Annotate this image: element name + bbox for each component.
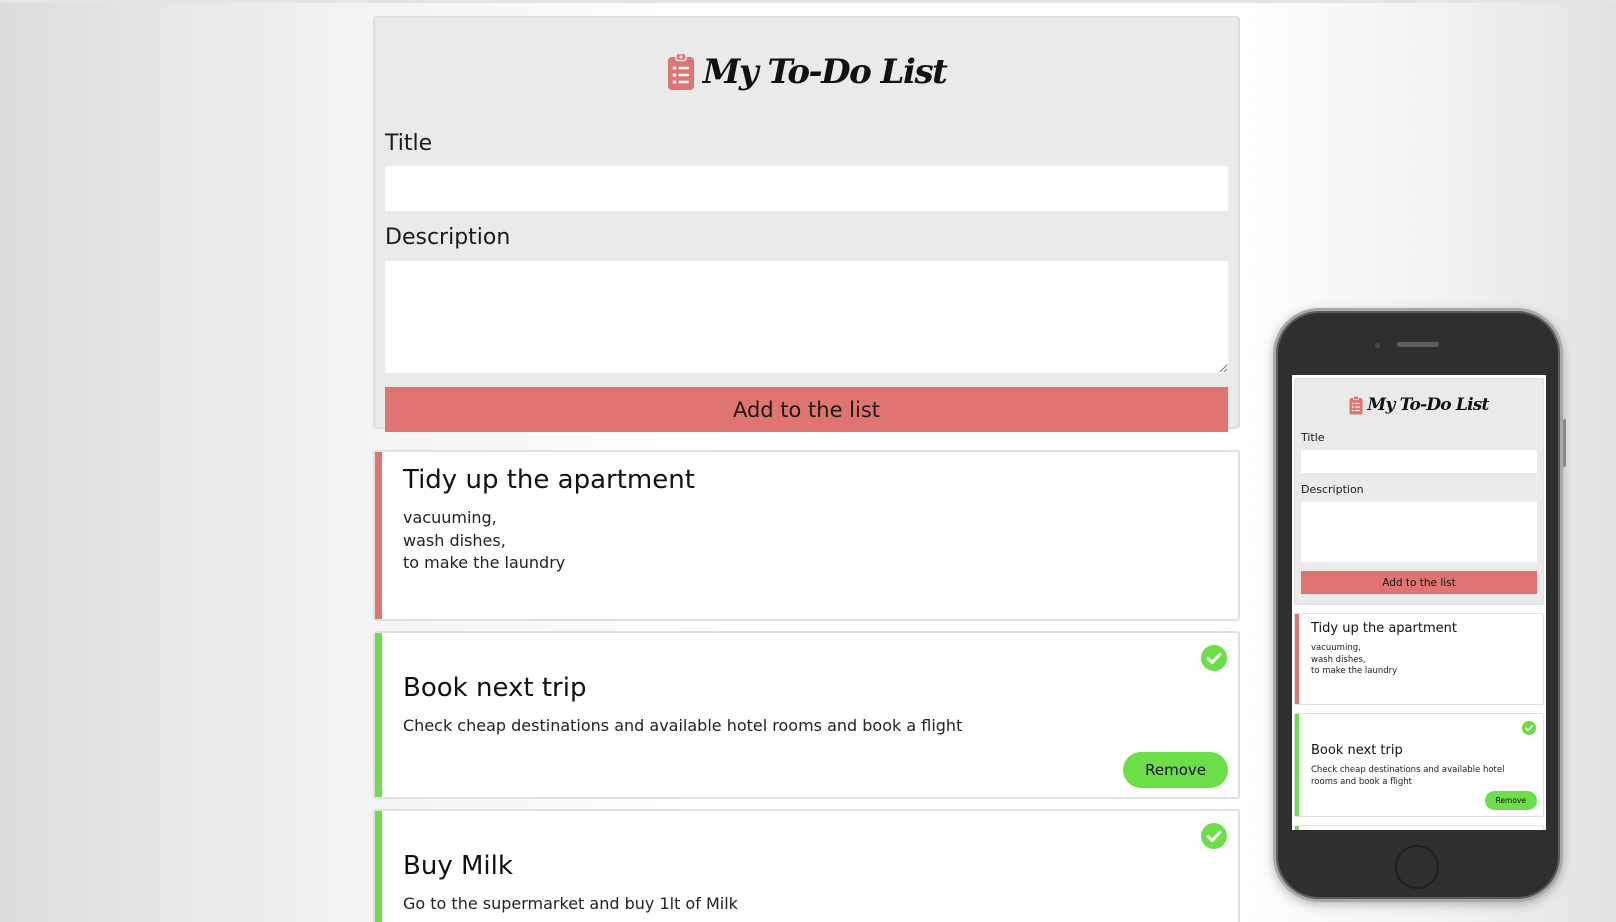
status-bar bbox=[375, 811, 382, 922]
description-label: Description bbox=[385, 225, 511, 250]
mobile-remove-button[interactable]: Remove bbox=[1484, 791, 1537, 810]
description-textarea[interactable] bbox=[385, 261, 1228, 373]
mobile-task-card bbox=[1294, 825, 1544, 830]
mobile-title-input[interactable] bbox=[1301, 450, 1537, 473]
mobile-task-title: Tidy up the apartment bbox=[1311, 621, 1457, 636]
title-input[interactable] bbox=[385, 166, 1228, 211]
todo-app: My To-Do List Title Description Add to t… bbox=[373, 16, 1240, 922]
task-card: Book next trip Check cheap destinations … bbox=[373, 631, 1240, 799]
phone-screen: My To-Do List Title Description Add to t… bbox=[1292, 375, 1546, 830]
status-bar bbox=[375, 633, 382, 797]
task-title: Tidy up the apartment bbox=[403, 465, 695, 495]
mobile-add-to-list-button[interactable]: Add to the list bbox=[1301, 571, 1537, 594]
task-title: Buy Milk bbox=[403, 851, 513, 881]
status-bar bbox=[1295, 614, 1299, 704]
status-bar bbox=[1295, 826, 1299, 830]
mobile-task-card: Tidy up the apartment vacuuming, wash di… bbox=[1294, 613, 1544, 705]
phone-speaker bbox=[1397, 342, 1439, 347]
phone-home-button bbox=[1395, 845, 1439, 889]
task-description: vacuuming, wash dishes, to make the laun… bbox=[403, 508, 566, 572]
page-title: My To-Do List bbox=[702, 52, 948, 92]
mobile-description-textarea[interactable] bbox=[1301, 502, 1537, 562]
clipboard-list-icon bbox=[1349, 395, 1363, 414]
add-task-form: My To-Do List Title Description Add to t… bbox=[373, 16, 1240, 432]
add-to-list-button[interactable]: Add to the list bbox=[385, 387, 1228, 432]
mobile-add-task-form: My To-Do List Title Description Add to t… bbox=[1294, 378, 1544, 605]
mobile-task-card: Book next trip Check cheap destinations … bbox=[1294, 713, 1544, 817]
phone-mockup: My To-Do List Title Description Add to t… bbox=[1273, 308, 1566, 902]
mobile-header: My To-Do List bbox=[1301, 379, 1537, 431]
mobile-task-description: Check cheap destinations and available h… bbox=[1311, 765, 1505, 787]
top-border bbox=[0, 0, 1616, 3]
task-description: Go to the supermarket and buy 1lt of Mil… bbox=[403, 894, 738, 913]
task-card: Tidy up the apartment vacuuming, wash di… bbox=[373, 450, 1240, 621]
mobile-task-title: Book next trip bbox=[1311, 743, 1403, 758]
check-circle-icon[interactable] bbox=[1201, 823, 1227, 849]
status-bar bbox=[1295, 714, 1299, 816]
phone-camera bbox=[1375, 343, 1380, 348]
mobile-page-title: My To-Do List bbox=[1367, 395, 1489, 415]
task-description: Check cheap destinations and available h… bbox=[403, 716, 963, 735]
mobile-description-label: Description bbox=[1301, 483, 1364, 496]
title-label: Title bbox=[385, 131, 433, 156]
clipboard-list-icon bbox=[667, 53, 694, 90]
page-header: My To-Do List bbox=[385, 18, 1228, 122]
check-circle-icon[interactable] bbox=[1522, 721, 1536, 735]
task-card: Buy Milk Go to the supermarket and buy 1… bbox=[373, 809, 1240, 922]
phone-side-button bbox=[1563, 419, 1566, 467]
check-circle-icon[interactable] bbox=[1201, 645, 1227, 671]
status-bar bbox=[375, 452, 382, 619]
task-title: Book next trip bbox=[403, 673, 587, 703]
remove-button[interactable]: Remove bbox=[1123, 752, 1228, 788]
mobile-title-label: Title bbox=[1301, 431, 1325, 444]
mobile-task-description: vacuuming, wash dishes, to make the laun… bbox=[1311, 643, 1398, 676]
